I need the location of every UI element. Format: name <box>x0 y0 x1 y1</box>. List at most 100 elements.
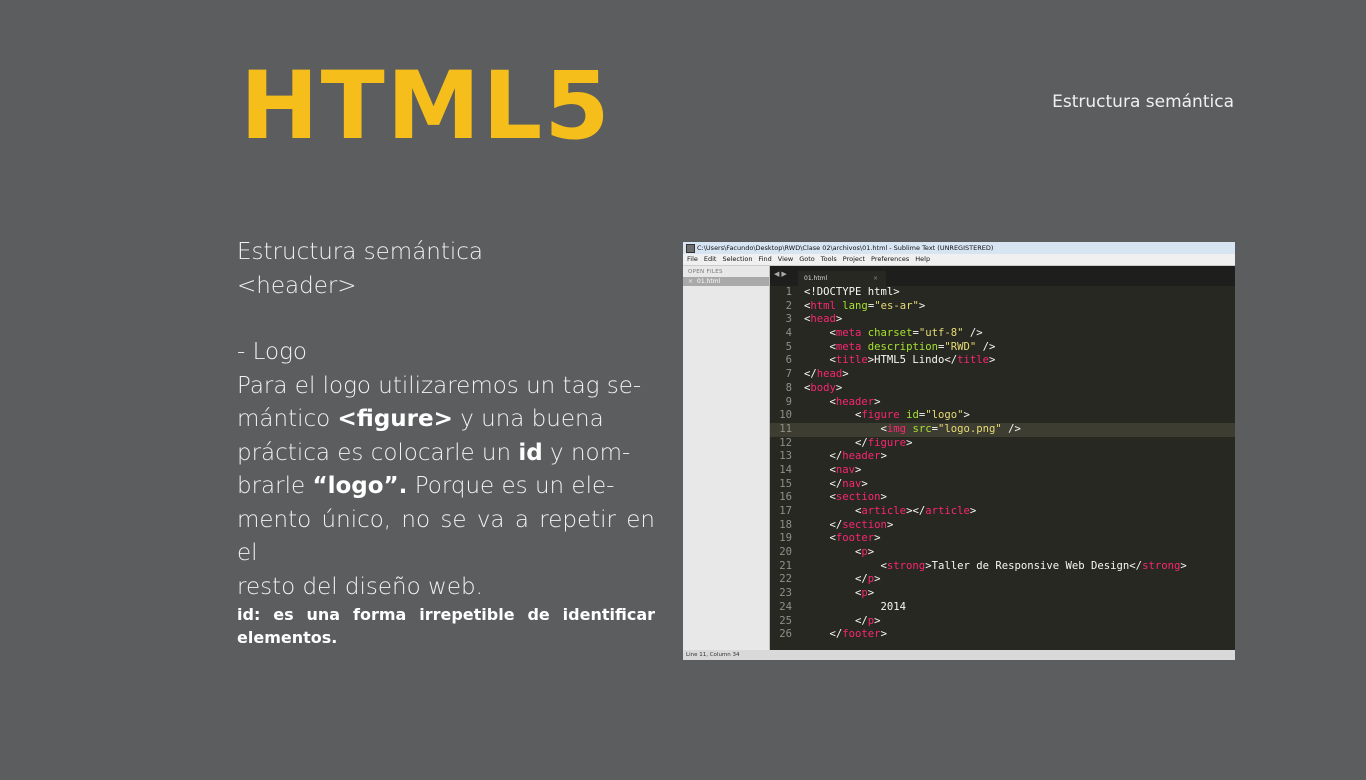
code-token: < <box>804 559 887 572</box>
line-number: 2 <box>785 299 792 312</box>
code-line[interactable]: 25 </p> <box>770 615 1235 629</box>
code-token: "utf-8" <box>918 327 964 340</box>
code-line[interactable]: 4 <meta charset="utf-8" /> <box>770 327 1235 341</box>
code-line[interactable]: 8 <body> <box>770 382 1235 396</box>
code-token: header <box>835 395 875 408</box>
window-titlebar[interactable]: C:\Users\Facundo\Desktop\RWD\Clase 02\ar… <box>683 242 1235 254</box>
code-token: > <box>918 299 926 312</box>
code-token: < <box>804 491 836 504</box>
menu-item-find[interactable]: Find <box>758 255 771 263</box>
line-number: 25 <box>779 614 792 627</box>
code-line[interactable]: 5 <meta description="RWD" /> <box>770 341 1235 355</box>
tab-01-html[interactable]: 01.html × <box>798 271 886 286</box>
code-line[interactable]: 18 </section> <box>770 519 1235 533</box>
code-line[interactable]: 22 </p> <box>770 573 1235 587</box>
para-text: brarle <box>237 473 313 499</box>
code-token: < <box>804 546 862 559</box>
menu-item-project[interactable]: Project <box>843 255 865 263</box>
sidebar-file-item[interactable]: × 01.html <box>683 277 769 286</box>
menu-bar: File Edit Selection Find View Goto Tools Projec… <box>683 254 1235 266</box>
para-text: y una buena <box>452 406 604 432</box>
menu-item-preferences[interactable]: Preferences <box>871 255 909 263</box>
code-line[interactable]: 20 <p> <box>770 546 1235 560</box>
code-token: </ <box>804 450 843 463</box>
code-line[interactable]: 16 <section> <box>770 491 1235 505</box>
code-line[interactable]: 17 <article></article> <box>770 505 1235 519</box>
code-token: > <box>874 614 881 627</box>
code-line[interactable]: 7 </head> <box>770 368 1235 382</box>
line-number: 10 <box>779 409 792 422</box>
sidebar-header: OPEN FILES <box>688 269 723 275</box>
code-token: "logo" <box>925 409 964 422</box>
code-line[interactable]: 2 <html lang="es-ar"> <box>770 300 1235 314</box>
code-line[interactable]: 13 </header> <box>770 450 1235 464</box>
sublime-window: C:\Users\Facundo\Desktop\RWD\Clase 02\ar… <box>683 242 1235 660</box>
sublime-app-icon <box>686 244 695 253</box>
code-line[interactable]: 10 <figure id="logo"> <box>770 409 1235 423</box>
para-line-4: brarle “logo”. Porque es un ele- <box>237 470 655 504</box>
para-bold-logo: “logo”. <box>312 473 408 499</box>
id-note: id: es una forma irrepetible de identifi… <box>237 605 655 647</box>
code-token: 2014 <box>804 600 907 613</box>
line-number: 11 <box>779 422 792 435</box>
tab-nav-arrows-icon[interactable]: ◀▶ <box>774 270 789 278</box>
menu-item-tools[interactable]: Tools <box>821 255 837 263</box>
code-token: id <box>906 409 919 422</box>
code-line[interactable]: 19 <footer> <box>770 532 1235 546</box>
close-icon[interactable]: × <box>873 271 878 286</box>
code-line[interactable]: 21 <strong>Taller de Responsive Web Desi… <box>770 560 1235 574</box>
code-token: > <box>880 628 887 641</box>
code-token: < <box>804 354 836 367</box>
menu-item-file[interactable]: File <box>687 255 698 263</box>
code-line[interactable]: 1 <!DOCTYPE html> <box>770 286 1235 300</box>
sidebar: OPEN FILES × 01.html <box>683 266 770 650</box>
code-editor[interactable]: 1 <!DOCTYPE html> 2 <html lang="es-ar"> 3 <he… <box>770 286 1235 650</box>
code-token: meta <box>835 340 862 353</box>
line-number: 9 <box>785 395 792 408</box>
code-line[interactable]: 23 <p> <box>770 587 1235 601</box>
code-token: "RWD" <box>944 340 977 353</box>
code-token: lang <box>842 299 868 312</box>
line-number: 12 <box>779 436 792 449</box>
menu-item-selection[interactable]: Selection <box>722 255 752 263</box>
code-token: > <box>861 477 868 490</box>
code-token: > <box>1180 559 1187 572</box>
code-token: </ <box>804 628 843 641</box>
menu-item-view[interactable]: View <box>778 255 793 263</box>
line-number: 4 <box>785 327 792 340</box>
code-token: title <box>957 354 989 367</box>
list-item-logo: - Logo <box>237 339 307 365</box>
code-line[interactable]: 6 <title>HTML5 Lindo</title> <box>770 354 1235 368</box>
menu-item-goto[interactable]: Goto <box>799 255 815 263</box>
para-bold-figure: <figure> <box>337 406 453 432</box>
code-token: meta <box>835 327 862 340</box>
menu-item-help[interactable]: Help <box>915 255 930 263</box>
code-line[interactable]: 12 </figure> <box>770 437 1235 451</box>
line-number: 23 <box>779 587 792 600</box>
close-icon[interactable]: × <box>688 278 693 285</box>
menu-item-edit[interactable]: Edit <box>704 255 717 263</box>
code-line[interactable]: 26 </footer> <box>770 628 1235 642</box>
line-number: 13 <box>779 450 792 463</box>
code-token: "logo.png" <box>937 422 1002 435</box>
code-line[interactable]: 9 <header> <box>770 396 1235 410</box>
heading-header-tag: <header> <box>237 272 357 299</box>
code-line[interactable]: 11 <img src="logo.png" /> <box>770 422 1235 437</box>
line-number: 1 <box>785 286 792 298</box>
sidebar-file-label: 01.html <box>697 278 721 285</box>
code-line[interactable]: 15 </nav> <box>770 478 1235 492</box>
code-line[interactable]: 14 <nav> <box>770 464 1235 478</box>
code-token: footer <box>835 532 875 545</box>
code-token: < <box>804 340 836 353</box>
code-token: nav <box>835 463 856 476</box>
code-line[interactable]: 24 2014 <box>770 601 1235 615</box>
line-number: 18 <box>779 518 792 531</box>
code-token: header <box>842 450 881 463</box>
code-token: < <box>804 532 836 545</box>
code-token: description <box>867 340 938 353</box>
code-line[interactable]: 3 <head> <box>770 313 1235 327</box>
line-number: 7 <box>785 368 792 381</box>
heading-estructura: Estructura semántica <box>237 239 484 265</box>
line-number: 15 <box>779 477 792 490</box>
